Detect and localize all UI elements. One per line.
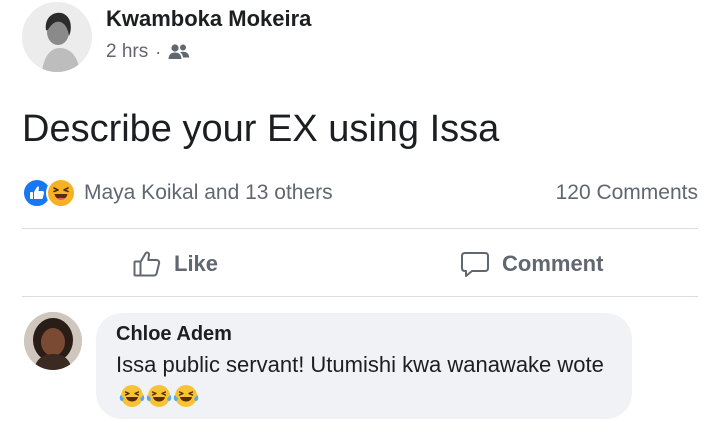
comment-label: Comment: [502, 251, 604, 276]
comment-bubble: Chloe Adem Issa public servant! Utumishi…: [96, 313, 632, 419]
comment-button[interactable]: Comment: [460, 240, 603, 288]
author-name[interactable]: Kwamboka Mokeira: [106, 6, 311, 32]
divider-top: [22, 228, 698, 229]
author-avatar[interactable]: [22, 2, 92, 72]
haha-reaction-icon[interactable]: [46, 178, 76, 208]
like-label: Like: [174, 251, 219, 276]
divider-bottom: [22, 296, 698, 297]
comment-emojis: [119, 383, 200, 409]
post-actions: Like Comment: [22, 240, 698, 288]
crying-laughing-emoji: [146, 385, 172, 407]
reactions-summary: Maya Koikal and 13 others 120 Comments: [22, 176, 698, 210]
comments-count[interactable]: 120 Comments: [556, 181, 698, 205]
post-text: Describe your EX using Issa: [22, 108, 500, 150]
friends-icon[interactable]: [168, 43, 190, 61]
reaction-names[interactable]: Maya Koikal and 13 others: [84, 181, 333, 205]
commenter-avatar[interactable]: [24, 312, 82, 370]
commenter-name[interactable]: Chloe Adem: [116, 323, 232, 346]
reaction-icons[interactable]: [22, 176, 84, 210]
thumbs-up-icon: [133, 251, 161, 277]
like-button[interactable]: Like: [132, 240, 218, 288]
post-meta: 2 hrs ·: [106, 40, 190, 64]
comment-text-content: Issa public servant! Utumishi kwa wanawa…: [116, 352, 604, 377]
post-time[interactable]: 2 hrs: [106, 41, 148, 63]
crying-laughing-emoji: [173, 385, 199, 407]
comment-icon: [461, 252, 489, 277]
crying-laughing-emoji: [119, 385, 145, 407]
comment-text: Issa public servant! Utumishi kwa wanawa…: [116, 349, 616, 413]
meta-separator: ·: [155, 41, 162, 62]
